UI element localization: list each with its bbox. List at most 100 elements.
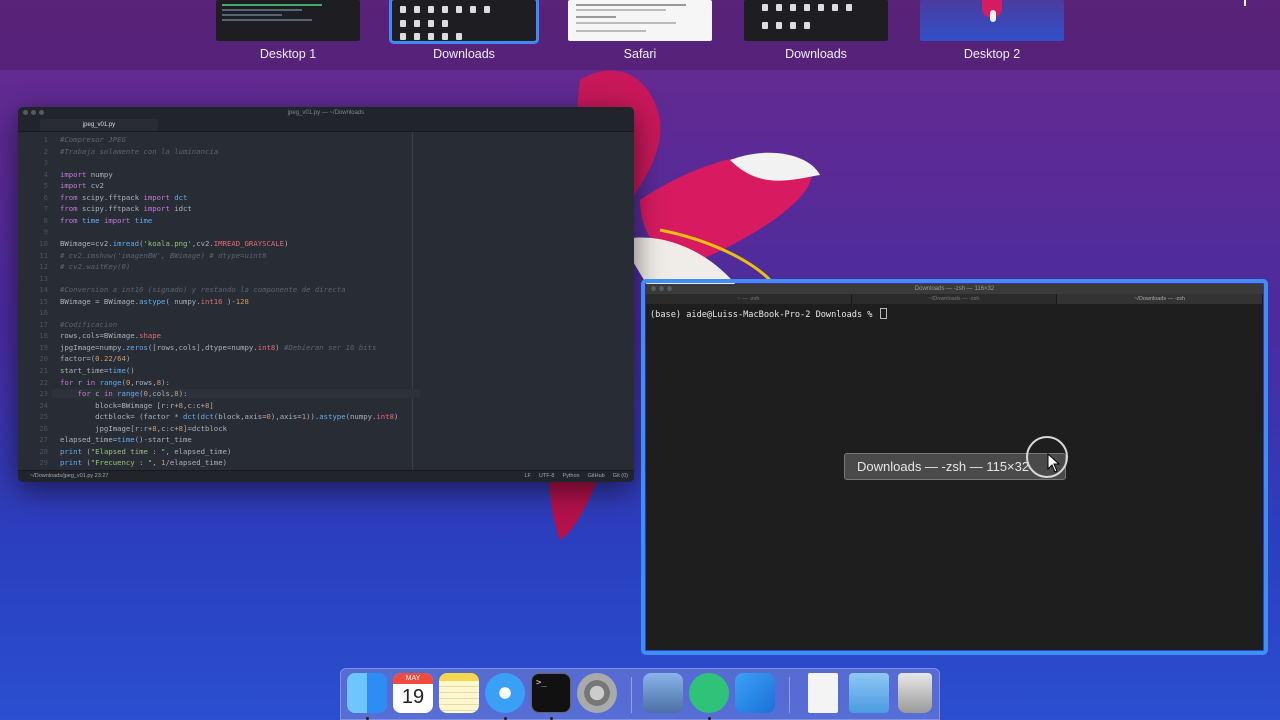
line-number: 17 [39,319,48,329]
line-number: 13 [39,273,48,283]
space-desktop-2[interactable]: Desktop 2 [920,0,1064,61]
close-icon[interactable] [23,110,28,115]
atom-titlebar: jpeg_v01.py — ~/Downloads [18,107,634,119]
add-space-button[interactable] [1244,0,1246,6]
space-downloads-active[interactable]: Downloads [389,0,539,61]
minimize-icon[interactable] [31,110,36,115]
code-line[interactable]: block=BWimage [r:r+8,c:c+8] [60,401,214,410]
line-number: 22 [39,377,48,387]
xcode-icon[interactable] [735,673,775,713]
code-line[interactable]: #Codificacion [60,320,117,329]
line-number: 21 [39,366,48,375]
line-number: 28 [39,446,48,456]
space-label: Downloads [433,47,495,61]
status-file-path[interactable]: ~/Downloads/jpeg_v01.py 23:27 [30,473,108,479]
line-number: 2 [43,146,48,156]
window-controls[interactable] [651,286,672,291]
line-number: 18 [39,331,48,341]
code-line[interactable]: rows,cols=BWimage.shape [60,331,161,340]
atom-status-bar: ~/Downloads/jpeg_v01.py 23:27 LF UTF-8 Pyt… [18,470,634,482]
code-line[interactable]: import numpy [60,170,113,179]
space-desktop-1[interactable]: Desktop 1 [216,0,360,61]
space-downloads[interactable]: Downloads [744,0,888,61]
dock-separator [631,677,632,713]
atom-window-title: jpeg_v01.py — ~/Downloads [287,110,365,116]
space-label: Downloads [785,47,847,61]
line-number: 24 [39,400,48,410]
zoom-icon[interactable] [39,110,44,115]
code-line[interactable]: from scipy.fftpack import idct [60,204,192,213]
line-number: 25 [39,412,48,422]
terminal-icon[interactable]: >_ [531,673,571,713]
notes-icon[interactable] [439,673,479,713]
code-line[interactable]: BWimage = BWimage.astype( numpy.int16 )-… [60,297,249,306]
line-number: 16 [39,308,48,318]
terminal-titlebar: Downloads — -zsh — 116×32 [646,284,1263,294]
line-number: 20 [39,354,48,364]
document-icon[interactable] [808,673,838,713]
space-safari[interactable]: Safari [568,0,712,61]
terminal-tab-bar: ~ — -zsh ~/Downloads — -zsh ~/Downloads … [646,294,1263,304]
space-thumbnail [744,0,888,41]
mouse-pointer-icon [1047,453,1061,473]
code-line[interactable]: from scipy.fftpack import dct [60,193,187,202]
terminal-tab[interactable]: ~ — -zsh [646,294,852,304]
line-number: 12 [39,262,48,272]
window-controls[interactable] [23,110,44,115]
downloads-folder-icon[interactable] [849,673,889,713]
code-line[interactable]: for c in range(0,cols,8): [52,389,420,399]
code-editor[interactable]: 1 #Compresor JPEG 2 #Trabaja solamente con … [18,132,634,471]
calendar-month: MAY [393,673,433,684]
code-line[interactable]: #Trabaja solamente con la luminancia [60,147,218,156]
atom-tab-bar: jpeg_v01.py [18,119,634,132]
trash-icon[interactable] [898,673,932,713]
code-line[interactable]: factor=(0.22/64) [60,354,130,363]
code-line[interactable]: # cv2.imshow('imagenBW', BWimage) # dtyp… [60,251,266,260]
terminal-prompt[interactable]: (base) aide@Luiss-MacBook-Pro-2 Download… [650,308,887,320]
line-number: 9 [43,227,48,237]
code-line[interactable]: print ("Elapsed time : ", elapsed_time) [60,447,231,456]
line-number: 1 [43,135,48,144]
atom-icon[interactable] [689,673,729,713]
wrap-guide [412,132,413,471]
space-thumbnail [216,0,360,41]
code-line[interactable]: print ("Frecuency : ", 1/elapsed_time) [60,458,227,467]
close-icon[interactable] [651,286,656,291]
mission-control-spaces-bar: Desktop 1 Downloads Safari Downloads Des… [0,0,1280,70]
status-item[interactable]: GitHub [588,473,605,479]
code-line[interactable]: # cv2.waitKey(0) [60,262,130,271]
status-item[interactable]: Git (0) [613,473,628,479]
status-item[interactable]: LF [524,473,530,479]
code-line[interactable]: start_time=time() [60,366,135,375]
space-thumbnail [389,0,539,44]
preview-icon[interactable] [643,673,683,713]
minimize-icon[interactable] [659,286,664,291]
line-number: 27 [39,435,48,445]
code-line[interactable]: jpgImage=numpy.zeros([rows,cols],dtype=n… [60,343,376,352]
calendar-icon[interactable]: MAY 19 [393,673,433,713]
zoom-icon[interactable] [667,286,672,291]
safari-icon[interactable] [485,673,525,713]
code-line[interactable]: BWimage=cv2.imread('koala.png',cv2.IMREA… [60,239,288,248]
calendar-day: 19 [401,686,425,708]
tab-jpeg-v01[interactable]: jpeg_v01.py [40,119,158,131]
line-number: 11 [39,250,48,260]
code-line[interactable]: from time import time [60,216,152,225]
line-number: 6 [43,192,48,202]
space-label: Desktop 2 [963,47,1021,61]
terminal-tab[interactable]: ~/Downloads — -zsh [852,294,1058,304]
atom-editor-window[interactable]: jpeg_v01.py — ~/Downloads jpeg_v01.py 1 #… [18,107,634,482]
code-line[interactable]: elapsed_time=time()-start_time [60,435,192,444]
status-item[interactable]: Python [562,473,579,479]
code-line[interactable]: jpgImage[r:r+8,c:c+8]=dctblock [60,424,227,433]
code-line[interactable]: dctblock= (factor * dct(dct(block,axis=0… [60,412,398,421]
code-line[interactable]: #Compresor JPEG [60,135,126,144]
code-line[interactable]: #Conversion a int16 (signado) y restando… [60,285,346,294]
code-line[interactable]: import cv2 [60,181,104,190]
status-item[interactable]: UTF-8 [539,473,555,479]
code-line[interactable]: for r in range(0,rows,8): [60,378,170,387]
text-cursor [879,308,887,319]
finder-icon[interactable] [347,673,387,713]
terminal-tab-active[interactable]: ~/Downloads — -zsh [1057,294,1263,304]
system-preferences-icon[interactable] [577,673,617,713]
